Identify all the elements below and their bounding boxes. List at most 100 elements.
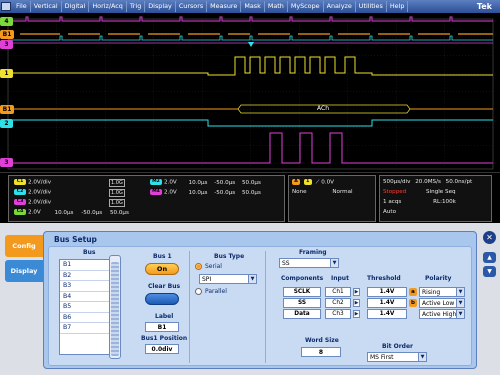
trigger-source-chip: 1 <box>303 179 312 185</box>
ch1-scale: 2.0V/div <box>28 179 52 186</box>
polarity-data-select[interactable]: Active High ▼ <box>419 309 465 319</box>
threshold-data[interactable]: 1.4V <box>367 309 407 319</box>
horiz-line-1: 500µs/div 20.0MS/s 50.0ns/pt <box>383 179 472 185</box>
menu-analyze[interactable]: Analyze <box>324 1 356 12</box>
b1-bus-marker[interactable]: B1 <box>0 105 14 114</box>
clear-bus-button[interactable] <box>145 293 179 305</box>
list-item[interactable]: B5 <box>60 302 114 313</box>
list-item[interactable]: B7 <box>60 323 114 334</box>
ch1-marker[interactable]: 1 <box>0 69 13 78</box>
waveform-display[interactable]: 4 B1 3 1 B1 2 3 ACh <box>0 13 500 172</box>
play-icon[interactable]: ▶ <box>353 299 360 307</box>
framing-header: Framing <box>299 249 327 256</box>
ch4-offset: 50.0µs <box>109 209 129 216</box>
list-item[interactable]: B4 <box>60 292 114 302</box>
close-icon[interactable]: ✕ <box>483 231 496 244</box>
ch2-chip: C2 <box>14 189 26 195</box>
sample-rate: 20.0MS/s <box>415 179 441 185</box>
components-header: Components <box>281 275 324 282</box>
menu-mask[interactable]: Mask <box>241 1 265 12</box>
acq-count: 1 acqs <box>383 199 402 205</box>
menu-horiz-acq[interactable]: Horiz/Acq <box>89 1 127 12</box>
position-header: Bus1 Position <box>141 335 188 342</box>
menu-cursors[interactable]: Cursors <box>176 1 208 12</box>
menu-utilities[interactable]: Utilities <box>356 1 387 12</box>
input-ss[interactable]: Ch2 <box>325 298 351 308</box>
bus-on-button[interactable]: On <box>145 263 179 275</box>
chevron-down-icon: ▼ <box>418 353 426 361</box>
menu-file[interactable]: File <box>13 1 31 12</box>
threshold-ss[interactable]: 1.4V <box>367 298 407 308</box>
ch2-scale: 2.0V/div <box>28 189 52 196</box>
menu-help[interactable]: Help <box>387 1 409 12</box>
divider-2 <box>265 251 266 363</box>
math4-readout[interactable]: M4 2.0V 10.0µs -50.0µs 50.0µs <box>150 189 261 196</box>
play-icon[interactable]: ▶ <box>353 288 360 296</box>
ch1-readout[interactable]: C1 2.0V/div <box>14 179 51 186</box>
bus-list-scrollbar[interactable] <box>109 255 121 359</box>
math4-chip: M4 <box>150 189 162 195</box>
divider-1 <box>189 251 190 363</box>
tab-display[interactable]: Display <box>5 260 43 282</box>
list-item[interactable]: B6 <box>60 313 114 323</box>
ch4-marker[interactable]: 4 <box>0 17 13 26</box>
ch4-readout[interactable]: C4 2.0V 10.0µs -50.0µs 50.0µs <box>14 209 129 216</box>
bus-decode-value: ACh <box>317 105 329 112</box>
threshold-sclk[interactable]: 1.4V <box>367 287 407 297</box>
input-data[interactable]: Ch3 <box>325 309 351 319</box>
ch4-chip: C4 <box>14 209 26 215</box>
menu-trig[interactable]: Trig <box>127 1 146 12</box>
bit-order-header: Bit Order <box>382 343 413 350</box>
menu-vertical[interactable]: Vertical <box>31 1 62 12</box>
menu-display[interactable]: Display <box>145 1 176 12</box>
input-sclk[interactable]: Ch1 <box>325 287 351 297</box>
horiz-mode: Auto <box>383 209 396 215</box>
math2-readout[interactable]: M2 2.0V 10.0µs -50.0µs 50.0µs <box>150 179 261 186</box>
marker-b: b <box>409 299 417 307</box>
parallel-label: Parallel <box>205 288 227 295</box>
serial-radio[interactable] <box>195 263 202 270</box>
b1-top-marker[interactable]: B1 <box>0 30 14 39</box>
framing-select[interactable]: SS ▼ <box>279 258 339 268</box>
bus-list: B1 B2 B3 B4 B5 B6 B7 <box>59 259 115 355</box>
trigger-coupling: None <box>292 189 307 195</box>
menu-math[interactable]: Math <box>265 1 288 12</box>
bit-order-value: MS First <box>370 354 394 361</box>
window-icon[interactable] <box>1 2 11 11</box>
polarity-sclk-select[interactable]: Rising ▼ <box>419 287 465 297</box>
list-item[interactable]: B3 <box>60 281 114 292</box>
readout-panel: C1 2.0V/div 1.0G C2 2.0V/div 1.0G C3 2.0V/d… <box>0 172 500 223</box>
ch3-readout[interactable]: C3 2.0V/div <box>14 199 51 206</box>
chevron-down-icon[interactable]: ▼ <box>483 266 496 277</box>
position-field[interactable]: 0.0div <box>145 344 179 354</box>
math4-offset: 50.0µs <box>241 189 261 196</box>
label-field[interactable]: B1 <box>145 322 179 332</box>
menu-myscope[interactable]: MyScope <box>288 1 324 12</box>
list-item[interactable]: B2 <box>60 271 114 281</box>
record-length: RL:100k <box>433 199 456 205</box>
component-sclk: SCLK <box>283 287 321 297</box>
serial-label: Serial <box>205 263 222 270</box>
math2-offset: 50.0µs <box>241 179 261 186</box>
ch3-top-marker[interactable]: 3 <box>0 40 13 49</box>
word-size-field[interactable]: 8 <box>301 347 341 357</box>
play-icon[interactable]: ▶ <box>353 310 360 318</box>
ch2-readout[interactable]: C2 2.0V/div <box>14 189 51 196</box>
tab-config[interactable]: Config <box>5 235 43 257</box>
parallel-radio[interactable] <box>195 288 202 295</box>
chevron-down-icon: ▼ <box>456 310 464 318</box>
list-item[interactable]: B1 <box>60 260 114 271</box>
serial-type-select[interactable]: SPI ▼ <box>199 274 257 284</box>
menu-digital[interactable]: Digital <box>62 1 90 12</box>
bit-order-select[interactable]: MS First ▼ <box>367 352 427 362</box>
menu-measure[interactable]: Measure <box>207 1 242 12</box>
scroll-thumb[interactable] <box>111 262 119 356</box>
component-data: Data <box>283 309 321 319</box>
trigger-line-2: None Normal <box>292 189 353 195</box>
ch2-marker[interactable]: 2 <box>0 119 13 128</box>
chevron-up-icon[interactable]: ▲ <box>483 252 496 263</box>
polarity-ss-select[interactable]: Active Low ▼ <box>419 298 465 308</box>
label-header: Label <box>155 313 174 320</box>
ch3-marker[interactable]: 3 <box>0 158 13 167</box>
trigger-chip: A <box>292 179 300 185</box>
